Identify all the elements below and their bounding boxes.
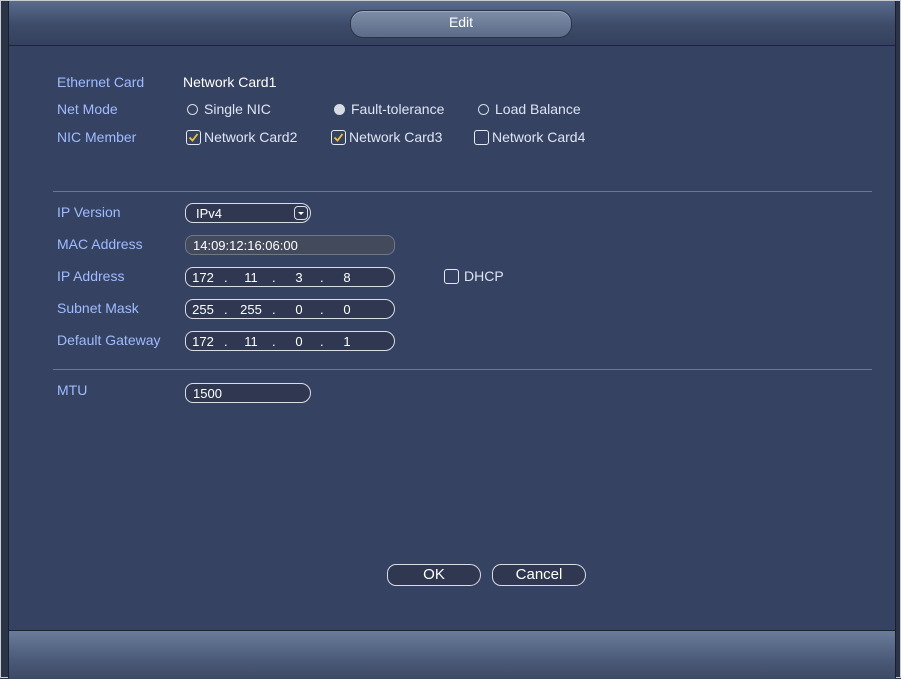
divider <box>53 369 872 370</box>
ip-dot: . <box>272 302 276 317</box>
cancel-button[interactable]: Cancel <box>492 564 586 586</box>
footer-bar <box>9 630 895 679</box>
ip-address-label: IP Address <box>57 268 125 284</box>
gateway-octet[interactable]: 0 <box>284 334 314 349</box>
ip-dot: . <box>272 270 276 285</box>
chevron-down-icon[interactable] <box>294 206 308 220</box>
mtu-field[interactable]: 1500 <box>185 383 311 403</box>
radio-icon[interactable] <box>478 104 489 115</box>
gateway-octet[interactable]: 11 <box>236 334 266 349</box>
default-gateway-field[interactable]: 172 . 11 . 0 . 1 <box>185 331 395 351</box>
checkbox-icon[interactable] <box>474 130 489 145</box>
mac-address-field: 14:09:12:16:06:00 <box>185 235 395 255</box>
gateway-octet[interactable]: 172 <box>188 334 218 349</box>
mac-address-label: MAC Address <box>57 236 143 252</box>
ip-version-value: IPv4 <box>196 206 223 221</box>
checkbox-icon[interactable] <box>444 269 459 284</box>
ethernet-card-label: Ethernet Card <box>57 74 145 90</box>
checkbox-checked-icon[interactable] <box>186 130 201 145</box>
ip-dot: . <box>320 270 324 285</box>
net-mode-option-label: Single NIC <box>204 101 271 117</box>
subnet-mask-label: Subnet Mask <box>57 300 139 316</box>
title-bar: Edit <box>9 1 895 46</box>
ip-dot: . <box>224 270 228 285</box>
ip-dot: . <box>272 334 276 349</box>
subnet-octet[interactable]: 0 <box>284 302 314 317</box>
checkbox-checked-icon[interactable] <box>331 130 346 145</box>
screen: Edit Ethernet Card Network Card1 Net Mod… <box>0 0 901 679</box>
ip-octet[interactable]: 8 <box>332 270 362 285</box>
ip-dot: . <box>320 334 324 349</box>
mtu-label: MTU <box>57 382 88 398</box>
subnet-octet[interactable]: 255 <box>236 302 266 317</box>
ip-octet[interactable]: 11 <box>236 270 266 285</box>
radio-icon[interactable] <box>187 104 198 115</box>
ip-dot: . <box>224 334 228 349</box>
ip-dot: . <box>320 302 324 317</box>
ethernet-card-value: Network Card1 <box>183 74 277 90</box>
dhcp-label: DHCP <box>464 268 504 284</box>
subnet-mask-field[interactable]: 255 . 255 . 0 . 0 <box>185 299 395 319</box>
gateway-octet[interactable]: 1 <box>332 334 362 349</box>
subnet-octet[interactable]: 255 <box>188 302 218 317</box>
nic-member-option-label: Network Card4 <box>492 129 586 145</box>
ip-dot: . <box>224 302 228 317</box>
net-mode-label: Net Mode <box>57 101 118 117</box>
ip-version-dropdown[interactable]: IPv4 <box>185 203 311 223</box>
ip-octet[interactable]: 3 <box>284 270 314 285</box>
net-mode-option-label: Load Balance <box>495 101 581 117</box>
nic-member-option-label: Network Card3 <box>349 129 443 145</box>
radio-selected-icon[interactable] <box>334 104 345 115</box>
ok-button[interactable]: OK <box>387 564 481 586</box>
nic-member-label: NIC Member <box>57 129 137 145</box>
ip-version-label: IP Version <box>57 204 121 220</box>
dialog-title: Edit <box>448 14 474 30</box>
default-gateway-label: Default Gateway <box>57 332 161 348</box>
subnet-octet[interactable]: 0 <box>332 302 362 317</box>
net-mode-option-label: Fault-tolerance <box>351 101 445 117</box>
mtu-value: 1500 <box>193 386 222 401</box>
ip-octet[interactable]: 172 <box>188 270 218 285</box>
nic-member-option-label: Network Card2 <box>204 129 298 145</box>
edit-dialog: Edit Ethernet Card Network Card1 Net Mod… <box>8 1 896 679</box>
divider <box>53 191 872 192</box>
mac-address-value: 14:09:12:16:06:00 <box>193 238 298 253</box>
ip-address-field[interactable]: 172 . 11 . 3 . 8 <box>185 267 395 287</box>
